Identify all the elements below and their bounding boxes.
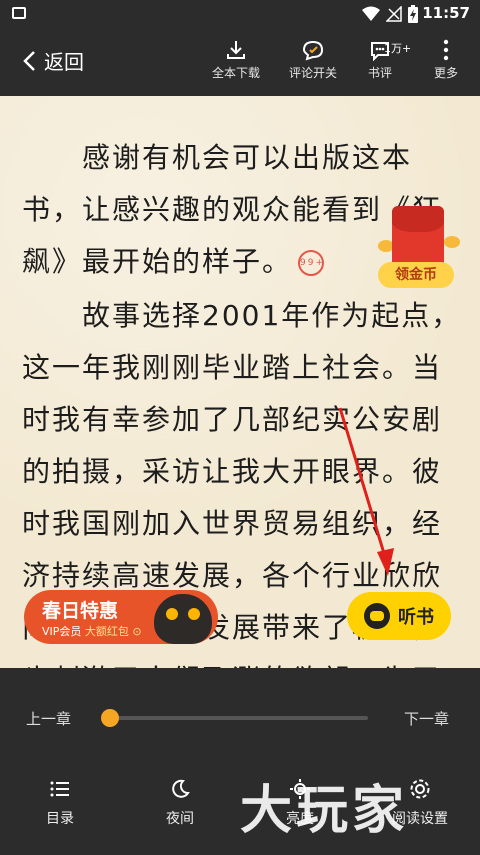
text-line: 感谢有机会可以出版这本 bbox=[22, 141, 413, 174]
prev-line-fragment: “ bbox=[22, 96, 37, 111]
wifi-icon bbox=[362, 6, 380, 21]
comment-toggle-label: 评论开关 bbox=[288, 66, 337, 80]
spring-sale-banner[interactable]: 春日特惠 VIP会员 大额红包 ⊙ bbox=[24, 590, 218, 644]
more-button[interactable]: 更多 bbox=[414, 36, 478, 81]
brightness-label: 亮度 bbox=[286, 811, 314, 827]
text-line-content: 飙》最开始的样子。 bbox=[22, 245, 293, 278]
promo-vip-label: VIP会员 bbox=[42, 625, 82, 638]
night-mode-button[interactable]: 夜间 bbox=[140, 776, 220, 828]
promo-redpacket-label: 大额红包 ⊙ bbox=[84, 625, 142, 638]
brightness-icon bbox=[290, 779, 310, 799]
status-time: 11:57 bbox=[422, 4, 470, 22]
book-review-button[interactable]: 1万+ 书评 bbox=[348, 36, 412, 81]
slider-thumb[interactable] bbox=[101, 709, 119, 727]
reader-bottom-bar: 上一章 下一章 目录 夜间 亮度 阅读设置 bbox=[0, 668, 480, 855]
reading-settings-label: 阅读设置 bbox=[392, 811, 448, 827]
promo-title: 春日特惠 bbox=[42, 600, 119, 622]
reading-settings-button[interactable]: 阅读设置 bbox=[380, 776, 460, 828]
claim-coins-button[interactable]: 领金币 bbox=[378, 262, 454, 288]
next-chapter-button[interactable]: 下一章 bbox=[404, 708, 449, 729]
text-line: 时我国刚加入世界贸易组织，经 bbox=[22, 507, 443, 540]
text-line: 时我有幸参加了几部纪实公安剧 bbox=[22, 403, 443, 436]
back-label: 返回 bbox=[44, 50, 84, 74]
system-icons bbox=[362, 5, 418, 23]
chevron-left-icon bbox=[23, 50, 35, 71]
book-review-label: 书评 bbox=[367, 66, 392, 80]
moon-icon bbox=[172, 779, 190, 798]
reader-top-bar: 返回 全本下载 评论开关 1万+ 书评 更多 bbox=[0, 28, 480, 96]
image-notification-icon bbox=[12, 7, 26, 19]
review-count-badge: 1万+ bbox=[384, 42, 412, 55]
listen-book-button[interactable]: 听书 bbox=[347, 592, 451, 640]
paragraph-comment-badge[interactable]: 99+ bbox=[298, 250, 325, 276]
red-packet-widget[interactable]: 领金币 bbox=[378, 206, 460, 290]
promo-subtitle: VIP会员 大额红包 ⊙ bbox=[42, 623, 142, 639]
settings-icon bbox=[410, 779, 430, 799]
toc-label: 目录 bbox=[46, 811, 74, 827]
toc-icon bbox=[50, 781, 69, 797]
listen-book-label: 听书 bbox=[398, 607, 434, 628]
toc-button[interactable]: 目录 bbox=[20, 776, 100, 828]
back-button[interactable]: 返回 bbox=[22, 46, 84, 75]
download-icon bbox=[227, 41, 245, 59]
download-all-button[interactable]: 全本下载 bbox=[204, 36, 268, 81]
text-line: 也刺激了人们飞涨的欲望。为了 bbox=[22, 654, 462, 668]
prev-chapter-button[interactable]: 上一章 bbox=[26, 708, 71, 729]
chapter-progress-slider[interactable] bbox=[101, 709, 368, 727]
status-bar: 11:57 bbox=[0, 0, 480, 28]
text-line: 这一年我刚刚毕业踏上社会。当 bbox=[22, 351, 443, 384]
more-vertical-icon bbox=[443, 39, 449, 61]
no-signal-icon bbox=[386, 6, 402, 22]
battery-charging-icon bbox=[408, 5, 418, 23]
cat-mascot-icon bbox=[154, 594, 212, 644]
coin-icon bbox=[444, 236, 460, 248]
headphones-icon bbox=[364, 603, 390, 629]
reading-area[interactable]: “ 感谢有机会可以出版这本 书，让感兴趣的观众能看到《狂 飙》最开始的样子。99… bbox=[0, 96, 480, 668]
red-packet-flap bbox=[392, 206, 444, 232]
more-label: 更多 bbox=[433, 66, 458, 80]
text-line: 的拍摄，采访让我大开眼界。彼 bbox=[22, 455, 443, 488]
comment-toggle-button[interactable]: 评论开关 bbox=[281, 36, 345, 81]
brightness-button[interactable]: 亮度 bbox=[260, 776, 340, 828]
download-all-label: 全本下载 bbox=[211, 66, 260, 80]
night-mode-label: 夜间 bbox=[166, 811, 194, 827]
text-line: 故事选择2001年作为起点， bbox=[22, 299, 462, 332]
comment-toggle-icon bbox=[302, 40, 324, 61]
